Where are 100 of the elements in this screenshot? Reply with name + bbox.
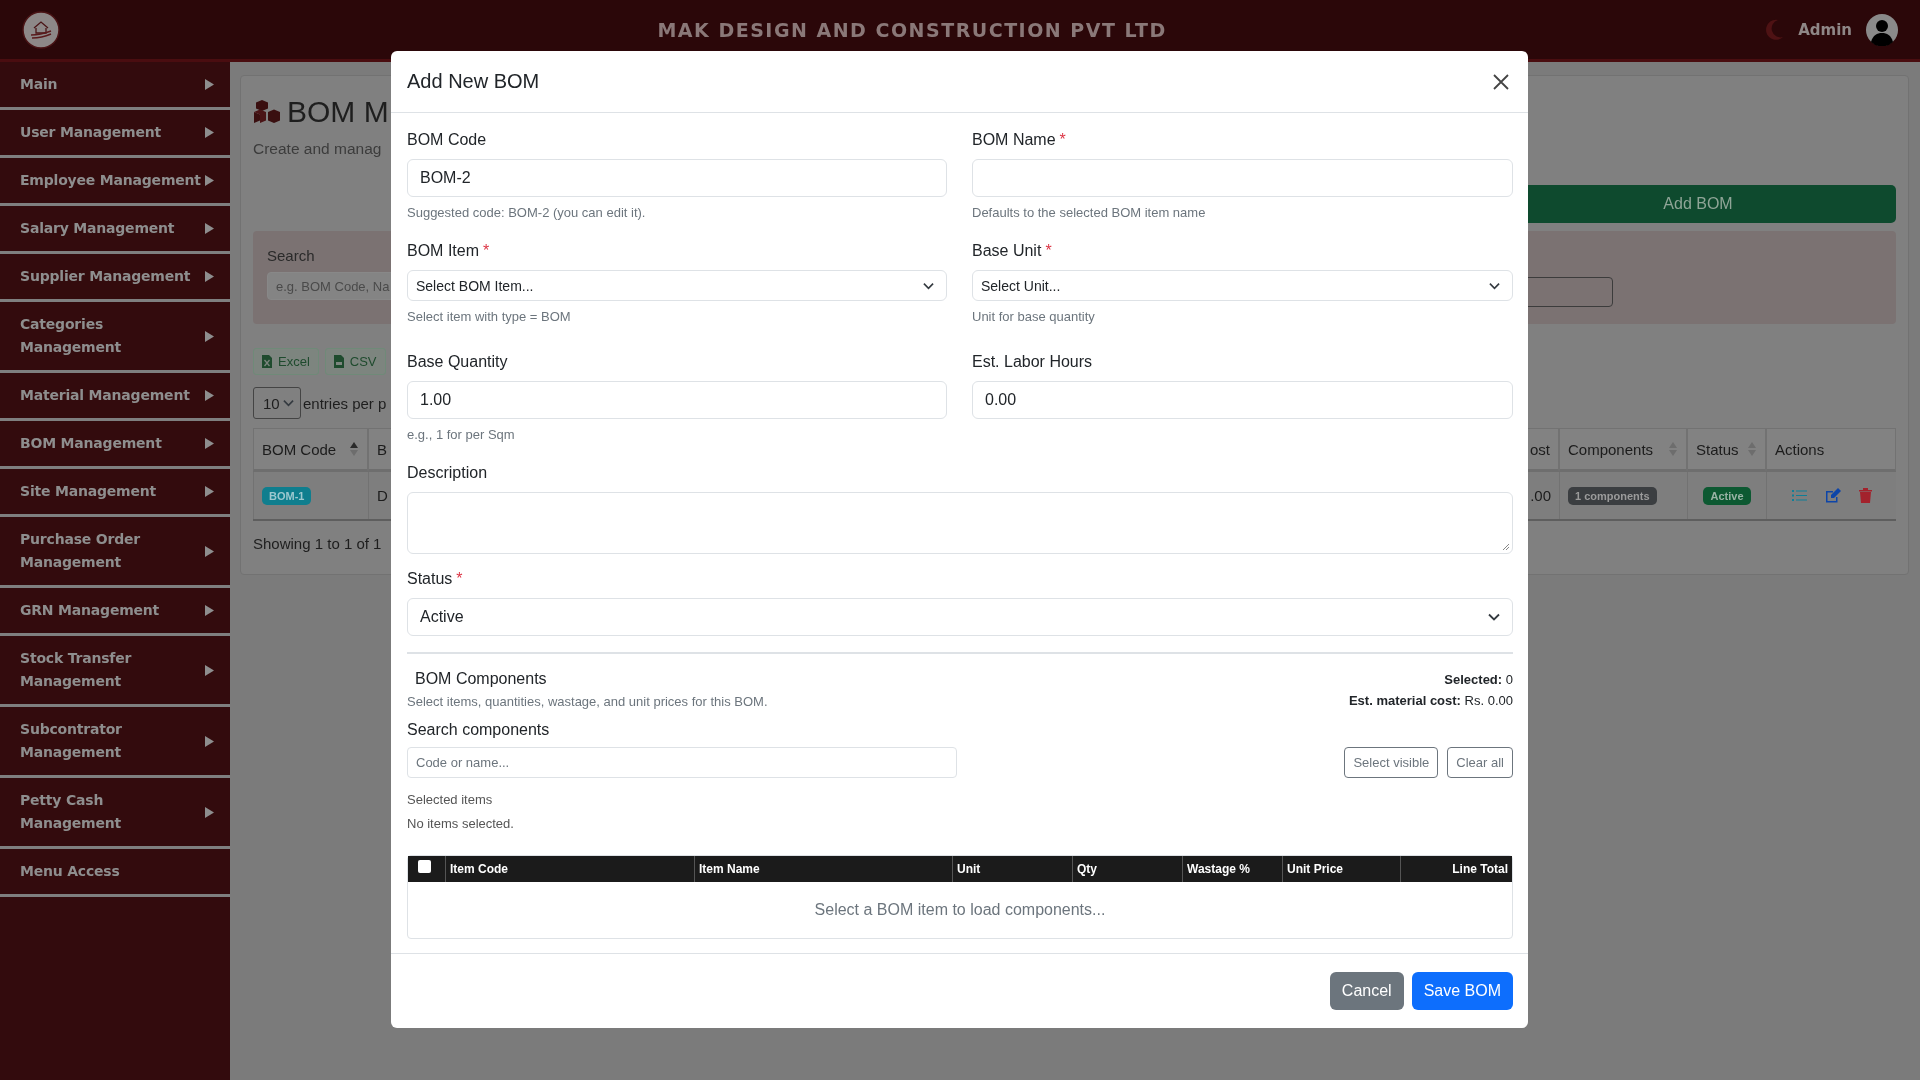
select-field[interactable]: Active bbox=[407, 598, 1513, 636]
field-label: Base Unit * bbox=[972, 242, 1052, 260]
column-header[interactable]: Components bbox=[1559, 428, 1687, 472]
caret-right-icon bbox=[205, 545, 214, 557]
caret-right-icon bbox=[205, 79, 214, 90]
help-text: Defaults to the selected BOM item name bbox=[972, 205, 1207, 220]
caret-right-icon bbox=[205, 735, 214, 747]
sidebar-item[interactable]: Salary Management bbox=[0, 206, 230, 254]
chevron-down-icon bbox=[1489, 281, 1500, 290]
logo-icon[interactable] bbox=[22, 10, 60, 49]
field-label: Est. Labor Hours bbox=[972, 353, 1093, 371]
company-title: MAK DESIGN AND CONSTRUCTION PVT LTD bbox=[656, 18, 1168, 41]
help-text: Suggested code: BOM-2 (you can edit it). bbox=[407, 205, 647, 220]
chevron-down-icon bbox=[1488, 613, 1500, 621]
moon-icon[interactable] bbox=[1764, 18, 1785, 41]
sidebar-item[interactable]: BOM Management bbox=[0, 421, 230, 469]
search-field[interactable]: Code or name... bbox=[407, 747, 957, 778]
caret-right-icon bbox=[205, 486, 214, 497]
empty-table-text: Select a BOM item to load components... bbox=[813, 900, 1107, 920]
footer-button[interactable]: Cancel bbox=[1329, 972, 1404, 1010]
resize-grip-icon bbox=[1502, 543, 1510, 551]
summary-line: Selected: 0 bbox=[1444, 672, 1513, 687]
sidebar-item[interactable]: GRN Management bbox=[0, 588, 230, 636]
footer-button[interactable]: Save BOM bbox=[1411, 972, 1513, 1010]
page-size-select[interactable]: 10 bbox=[253, 387, 301, 419]
page-title: BOM M bbox=[287, 95, 389, 129]
column-header: Line Total bbox=[1400, 856, 1512, 882]
field-label: BOM Name * bbox=[972, 131, 1066, 149]
field-label: Base Quantity bbox=[407, 353, 508, 371]
selected-label: Selected items bbox=[407, 792, 494, 807]
sidebar-item[interactable]: Supplier Management bbox=[0, 254, 230, 302]
code-badge: BOM-1 bbox=[262, 486, 312, 505]
column-header: Unit bbox=[952, 856, 1072, 882]
boxes-icon bbox=[253, 99, 281, 125]
section-title: BOM Components bbox=[414, 670, 548, 688]
field-label: BOM Item * bbox=[407, 242, 490, 260]
sidebar-item[interactable]: Employee Management bbox=[0, 158, 230, 206]
select-field[interactable]: Select BOM Item... bbox=[407, 270, 947, 301]
text-field[interactable]: 0.00 bbox=[972, 381, 1513, 419]
column-header: Item Code bbox=[445, 856, 694, 882]
status-badge: Active bbox=[1703, 486, 1751, 505]
avatar-icon[interactable] bbox=[1866, 13, 1898, 46]
caret-right-icon bbox=[205, 271, 214, 282]
field-label: BOM Code bbox=[407, 131, 487, 149]
caret-right-icon bbox=[205, 127, 214, 138]
sidebar-item[interactable]: Purchase Order Management bbox=[0, 517, 230, 588]
sidebar-item[interactable]: Material Management bbox=[0, 373, 230, 421]
sidebar-item[interactable]: User Management bbox=[0, 110, 230, 158]
section-subtitle: Select items, quantities, wastage, and unit prices for this BOM. bbox=[407, 694, 768, 709]
list-icon[interactable] bbox=[1791, 489, 1807, 502]
help-text: Unit for base quantity bbox=[972, 309, 1096, 324]
sidebar-item[interactable]: Stock Transfer Management bbox=[0, 636, 230, 707]
field-label: Search components bbox=[407, 721, 550, 739]
modal-title: Add New BOM bbox=[407, 70, 540, 93]
caret-right-icon bbox=[205, 390, 214, 401]
search-label: Search bbox=[267, 247, 315, 264]
field-label: Status * bbox=[407, 570, 463, 588]
select-all-checkbox[interactable] bbox=[418, 860, 431, 873]
sidebar-item[interactable]: Menu Access bbox=[0, 849, 230, 897]
sidebar-item[interactable]: Main bbox=[0, 62, 230, 110]
caret-right-icon bbox=[205, 175, 214, 186]
file-icon bbox=[333, 355, 344, 368]
text-field[interactable]: BOM-2 bbox=[407, 159, 947, 197]
sidebar-item[interactable]: Categories Management bbox=[0, 302, 230, 373]
column-header: Unit Price bbox=[1282, 856, 1400, 882]
spreadsheet-file-icon bbox=[262, 355, 272, 368]
field-label: Description bbox=[407, 464, 488, 482]
edit-icon[interactable] bbox=[1824, 488, 1841, 503]
caret-right-icon bbox=[205, 664, 214, 676]
count-badge: 1 components bbox=[1568, 486, 1657, 505]
caret-right-icon bbox=[205, 806, 214, 818]
help-text: Select item with type = BOM bbox=[407, 309, 572, 324]
caret-right-icon bbox=[205, 605, 214, 616]
select-field[interactable]: Select Unit... bbox=[972, 270, 1513, 301]
chevron-down-icon bbox=[283, 399, 294, 407]
entries-label: entries per p bbox=[303, 394, 387, 412]
sidebar-item[interactable]: Subcontrator Management bbox=[0, 707, 230, 778]
text-field[interactable]: 1.00 bbox=[407, 381, 947, 419]
empty-selection-text: No items selected. bbox=[407, 816, 515, 831]
column-header[interactable]: BOM Code bbox=[253, 428, 368, 472]
page-subtitle: Create and manag bbox=[253, 140, 382, 158]
sidebar-item[interactable]: Site Management bbox=[0, 469, 230, 517]
user-name[interactable]: Admin bbox=[1798, 20, 1852, 39]
sidebar-item[interactable]: Petty Cash Management bbox=[0, 778, 230, 849]
column-header: Wastage % bbox=[1182, 856, 1282, 882]
caret-right-icon bbox=[205, 330, 214, 342]
column-header[interactable]: Actions bbox=[1766, 428, 1896, 472]
outline-button[interactable]: Clear all bbox=[1447, 747, 1513, 778]
export-button[interactable]: CSV bbox=[324, 348, 386, 375]
caret-right-icon bbox=[205, 223, 214, 234]
outline-button[interactable]: Select visible bbox=[1344, 747, 1439, 778]
textarea-field[interactable] bbox=[407, 492, 1513, 554]
caret-right-icon bbox=[205, 438, 214, 449]
chevron-down-icon bbox=[923, 281, 934, 290]
column-header: Qty bbox=[1072, 856, 1182, 882]
column-header: Item Name bbox=[694, 856, 952, 882]
help-text: e.g., 1 for per Sqm bbox=[407, 427, 516, 442]
column-header[interactable]: Status bbox=[1687, 428, 1766, 472]
text-field[interactable] bbox=[972, 159, 1513, 197]
delete-icon[interactable] bbox=[1858, 488, 1872, 503]
